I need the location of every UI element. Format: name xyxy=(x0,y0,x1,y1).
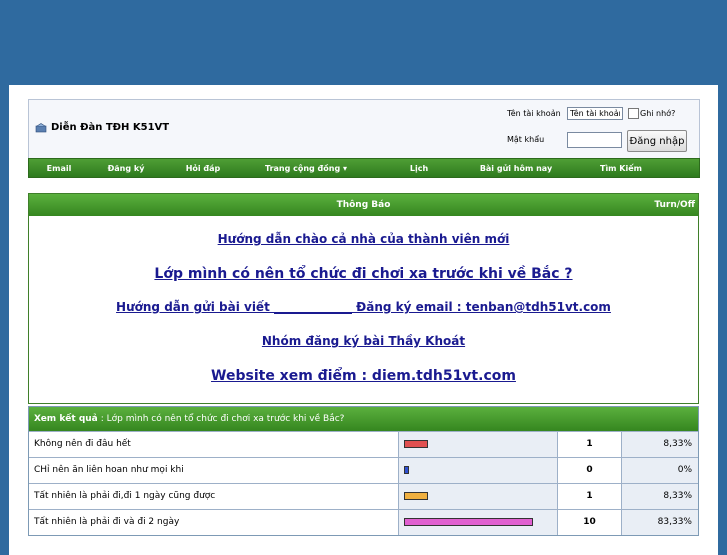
poll-option-row: Tất nhiên là phải đi và đi 2 ngày 10 83,33… xyxy=(29,509,698,535)
poll-bar xyxy=(404,492,428,500)
password-label: Mật khẩu xyxy=(507,135,545,144)
nav-community[interactable]: Trang cộng đồng ▾ xyxy=(243,164,369,173)
poll-vote-count: 1 xyxy=(558,484,622,509)
nav-email[interactable]: Email xyxy=(29,164,89,173)
poll-bar-cell xyxy=(399,458,558,483)
poll-option-text: Không nên đi đâu hết xyxy=(29,432,399,457)
login-form: Tên tài khoản Ghi nhớ? Mật khẩu Đăng nhậ… xyxy=(507,106,695,154)
username-field[interactable] xyxy=(567,107,623,120)
poll-option-row: Không nên đi đâu hết 1 8,33% xyxy=(29,431,698,457)
announcement-link[interactable]: Nhóm đăng ký bài Thầy Khoát xyxy=(29,334,698,348)
poll-bar xyxy=(404,518,533,526)
poll-vote-count: 0 xyxy=(558,458,622,483)
poll-option-row: CHỉ nên ăn liên hoan như mọi khi 0 0% xyxy=(29,457,698,483)
poll-bar xyxy=(404,440,428,448)
announcement-link[interactable]: Hướng dẫn chào cả nhà của thành viên mới xyxy=(29,232,698,246)
poll-vote-count: 1 xyxy=(558,432,622,457)
announcement-box: Thông Báo Turn/Off Hướng dẫn chào cả nhà… xyxy=(28,193,699,404)
poll-option-text: CHỉ nên ăn liên hoan như mọi khi xyxy=(29,458,399,483)
poll-option-text: Tất nhiên là phải đi và đi 2 ngày xyxy=(29,510,399,535)
password-field[interactable] xyxy=(567,132,622,148)
announcement-link[interactable]: Website xem điểm : diem.tdh51vt.com xyxy=(29,368,698,384)
announcement-link[interactable]: Hướng dẫn gửi bài viết _____________ Đăn… xyxy=(29,300,698,314)
nav-todays-posts[interactable]: Bài gửi hôm nay xyxy=(469,164,563,173)
announcement-title: Thông Báo xyxy=(336,200,391,210)
nav-calendar[interactable]: Lịch xyxy=(369,164,469,173)
poll-vote-percent: 8,33% xyxy=(622,484,698,509)
poll-question: : Lớp mình có nên tổ chức đi chơi xa trư… xyxy=(100,414,345,424)
poll-results: Xem kết quả : Lớp mình có nên tổ chức đi… xyxy=(28,406,699,536)
poll-vote-percent: 8,33% xyxy=(622,432,698,457)
forum-logo[interactable]: Diễn Đàn TĐH K51VT xyxy=(35,122,169,133)
nav-bar: Email Đăng ký Hỏi đáp Trang cộng đồng ▾ … xyxy=(28,158,700,178)
login-button[interactable]: Đăng nhập xyxy=(627,130,687,152)
username-label: Tên tài khoản xyxy=(507,109,561,118)
poll-rows: Không nên đi đâu hết 1 8,33% CHỉ nên ăn liê… xyxy=(29,431,698,535)
forum-title: Diễn Đàn TĐH K51VT xyxy=(51,122,170,133)
remember-label: Ghi nhớ? xyxy=(640,109,676,118)
forum-icon xyxy=(35,122,47,132)
remember-checkbox[interactable] xyxy=(628,108,639,119)
poll-bar-cell xyxy=(399,510,558,535)
poll-header: Xem kết quả : Lớp mình có nên tổ chức đi… xyxy=(29,407,698,431)
poll-bar xyxy=(404,466,409,474)
nav-faq[interactable]: Hỏi đáp xyxy=(163,164,243,173)
poll-vote-percent: 0% xyxy=(622,458,698,483)
poll-option-text: Tất nhiên là phải đi,đi 1 ngày cũng được xyxy=(29,484,399,509)
poll-bar-cell xyxy=(399,432,558,457)
nav-register[interactable]: Đăng ký xyxy=(89,164,163,173)
poll-vote-count: 10 xyxy=(558,510,622,535)
page-container: Diễn Đàn TĐH K51VT Tên tài khoản Ghi nhớ… xyxy=(9,85,718,555)
poll-option-row: Tất nhiên là phải đi,đi 1 ngày cũng được… xyxy=(29,483,698,509)
forum-header: Diễn Đàn TĐH K51VT Tên tài khoản Ghi nhớ… xyxy=(28,99,700,159)
poll-results-label[interactable]: Xem kết quả xyxy=(34,414,98,424)
poll-vote-percent: 83,33% xyxy=(622,510,698,535)
announcement-header: Thông Báo Turn/Off xyxy=(29,194,698,216)
poll-bar-cell xyxy=(399,484,558,509)
nav-search[interactable]: Tìm Kiếm xyxy=(563,164,679,173)
announcement-link[interactable]: Lớp mình có nên tổ chức đi chơi xa trước… xyxy=(29,266,698,282)
announcement-toggle[interactable]: Turn/Off xyxy=(654,200,695,210)
